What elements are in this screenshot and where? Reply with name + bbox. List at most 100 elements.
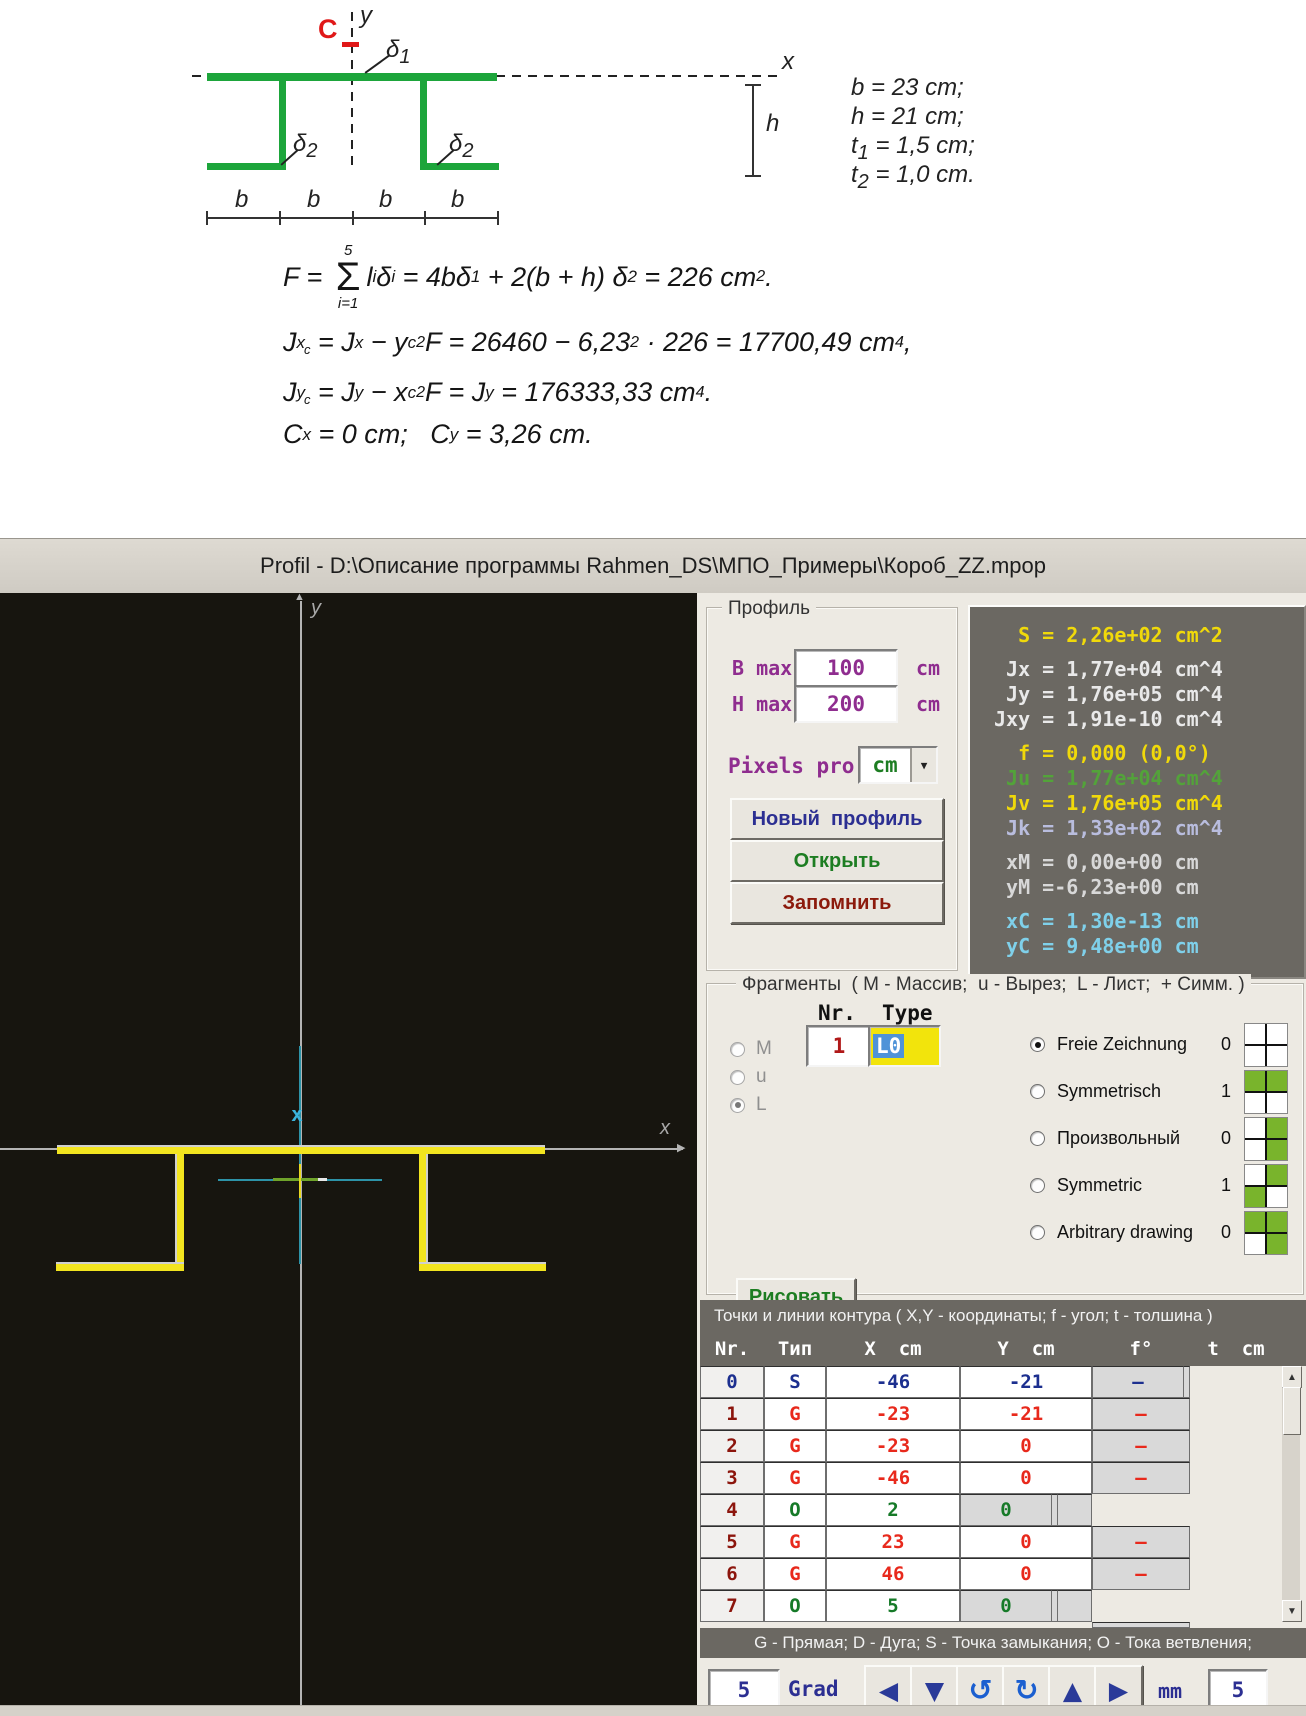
scroll-thumb[interactable]	[1283, 1387, 1301, 1435]
cell-f[interactable]: –	[1092, 1462, 1190, 1494]
result-line: Jx = 1,77e+04 cm^4	[974, 657, 1300, 682]
result-line: xC = 1,30e-13 cm	[974, 909, 1300, 934]
table-row[interactable]: 4O2––0	[700, 1494, 1282, 1526]
pixels-unit-dropdown[interactable]: cm ▼	[858, 746, 938, 784]
fragment-type-input[interactable]: L0	[868, 1025, 941, 1067]
table-header-row: Nr. Тип X cm Y cm f° t cm	[700, 1332, 1306, 1366]
cell-f[interactable]: –	[1092, 1558, 1190, 1590]
mode-option[interactable]: Arbitrary drawing0	[1030, 1209, 1292, 1256]
dropdown-arrow-icon[interactable]: ▼	[910, 748, 936, 782]
cell-x[interactable]: 5	[826, 1590, 960, 1622]
cell-x[interactable]: -23	[826, 1398, 960, 1430]
cell-nr[interactable]: 0	[700, 1366, 764, 1398]
b-dim-tick	[206, 211, 208, 225]
cell-x[interactable]: -46	[826, 1366, 960, 1398]
table-row[interactable]: 6G460–1,5	[700, 1558, 1282, 1590]
open-button[interactable]: Открыть	[730, 840, 944, 882]
fragment-kind-L[interactable]: L	[730, 1095, 767, 1115]
cell-nr[interactable]: 3	[700, 1462, 764, 1494]
cell-x[interactable]: -46	[826, 1462, 960, 1494]
radio-icon[interactable]	[1030, 1178, 1045, 1193]
cell-f[interactable]: –	[1092, 1526, 1190, 1558]
radio-icon[interactable]	[730, 1098, 745, 1113]
mode-label: Freie Zeichnung	[1057, 1034, 1207, 1055]
radio-icon[interactable]	[730, 1042, 745, 1057]
radio-label: L	[756, 1094, 767, 1116]
cell-nr[interactable]: 2	[700, 1430, 764, 1462]
new-profile-button[interactable]: Новый профиль	[730, 798, 944, 840]
table-row[interactable]: 3G-460–1,5	[700, 1462, 1282, 1494]
cell-f[interactable]: –	[1092, 1398, 1190, 1430]
title-bar[interactable]: Profil - D:\Описание программы Rahmen_DS…	[0, 539, 1306, 593]
drawing-canvas[interactable]: ▲ y ▶ x x	[0, 593, 697, 1705]
mode-option[interactable]: Freie Zeichnung0	[1030, 1021, 1292, 1068]
cell-t[interactable]: 0	[960, 1494, 1052, 1526]
b-label: b	[379, 186, 392, 214]
mode-label: Произвольный	[1057, 1128, 1207, 1149]
cell-tip[interactable]: G	[764, 1526, 826, 1558]
save-button[interactable]: Запомнить	[730, 882, 944, 924]
cell-t[interactable]: –	[1092, 1366, 1184, 1398]
cell-tip[interactable]: G	[764, 1398, 826, 1430]
radio-icon[interactable]	[1030, 1037, 1045, 1052]
table-row[interactable]: 2G-230–1	[700, 1430, 1282, 1462]
result-line: S = 2,26e+02 cm^2	[974, 623, 1300, 648]
cell-x[interactable]: 46	[826, 1558, 960, 1590]
mode-option[interactable]: Произвольный0	[1030, 1115, 1292, 1162]
nr-header: Nr.	[818, 1001, 856, 1025]
b-dim-tick	[497, 211, 499, 225]
table-body: 0S-46-21––1G-23-21–12G-230–13G-460–1,54O…	[700, 1366, 1282, 1622]
cell-y[interactable]: 0	[960, 1462, 1092, 1494]
cell-tip[interactable]: O	[764, 1590, 826, 1622]
radio-icon[interactable]	[1030, 1131, 1045, 1146]
fragment-kind-M[interactable]: M	[730, 1039, 772, 1059]
h-max-input[interactable]: 200	[794, 685, 898, 723]
radio-icon[interactable]	[730, 1070, 745, 1085]
formula-line: Cx = 0 cm; Cy = 3,26 cm.	[283, 419, 593, 450]
mode-option[interactable]: Symmetrisch1	[1030, 1068, 1292, 1115]
quadrant-icon	[1244, 1070, 1288, 1114]
table-row[interactable]: 1G-23-21–1	[700, 1398, 1282, 1430]
scroll-down-icon[interactable]: ▼	[1282, 1600, 1302, 1622]
cell-f[interactable]: –	[1092, 1430, 1190, 1462]
cursor-marker: x	[291, 1102, 303, 1126]
new-profile-label: Новый профиль	[752, 808, 923, 831]
table-row[interactable]: 5G230–1,5	[700, 1526, 1282, 1558]
cell-x[interactable]: 2	[826, 1494, 960, 1526]
radio-icon[interactable]	[1030, 1084, 1045, 1099]
b-max-input[interactable]: 100	[794, 649, 898, 687]
mode-option[interactable]: Symmetric1	[1030, 1162, 1292, 1209]
cell-nr[interactable]: 1	[700, 1398, 764, 1430]
delta2-right-label: δ2	[449, 130, 473, 163]
cell-tip[interactable]: G	[764, 1558, 826, 1590]
cell-tip[interactable]: G	[764, 1430, 826, 1462]
mode-label: Symmetrisch	[1057, 1081, 1207, 1102]
cell-nr[interactable]: 7	[700, 1590, 764, 1622]
cell-nr[interactable]: 6	[700, 1558, 764, 1590]
fragment-kind-u[interactable]: u	[730, 1067, 767, 1087]
result-line: yM =-6,23e+00 cm	[974, 875, 1300, 900]
scroll-up-icon[interactable]: ▲	[1282, 1366, 1302, 1388]
cell-x[interactable]: -23	[826, 1430, 960, 1462]
table-scrollbar[interactable]: ▲ ▼	[1282, 1366, 1300, 1622]
cell-t[interactable]: 0	[960, 1590, 1052, 1622]
cell-nr[interactable]: 5	[700, 1526, 764, 1558]
cell-y[interactable]: 0	[960, 1430, 1092, 1462]
table-row[interactable]: 7O5––0	[700, 1590, 1282, 1622]
delta2-left-label: δ2	[293, 130, 317, 163]
table-row[interactable]: 0S-46-21––	[700, 1366, 1282, 1398]
cell-tip[interactable]: G	[764, 1462, 826, 1494]
radio-icon[interactable]	[1030, 1225, 1045, 1240]
cell-y[interactable]: -21	[960, 1398, 1092, 1430]
cell-tip[interactable]: S	[764, 1366, 826, 1398]
cell-tip[interactable]: O	[764, 1494, 826, 1526]
cell-y[interactable]: 0	[960, 1526, 1092, 1558]
h-max-label: H max	[732, 692, 792, 716]
centroid-crosshair-white	[318, 1178, 327, 1181]
cell-nr[interactable]: 4	[700, 1494, 764, 1526]
cell-x[interactable]: 23	[826, 1526, 960, 1558]
teal-axis-segment	[299, 1046, 301, 1264]
cell-y[interactable]: -21	[960, 1366, 1092, 1398]
cell-y[interactable]: 0	[960, 1558, 1092, 1590]
fragment-nr-input[interactable]: 1	[806, 1025, 872, 1067]
